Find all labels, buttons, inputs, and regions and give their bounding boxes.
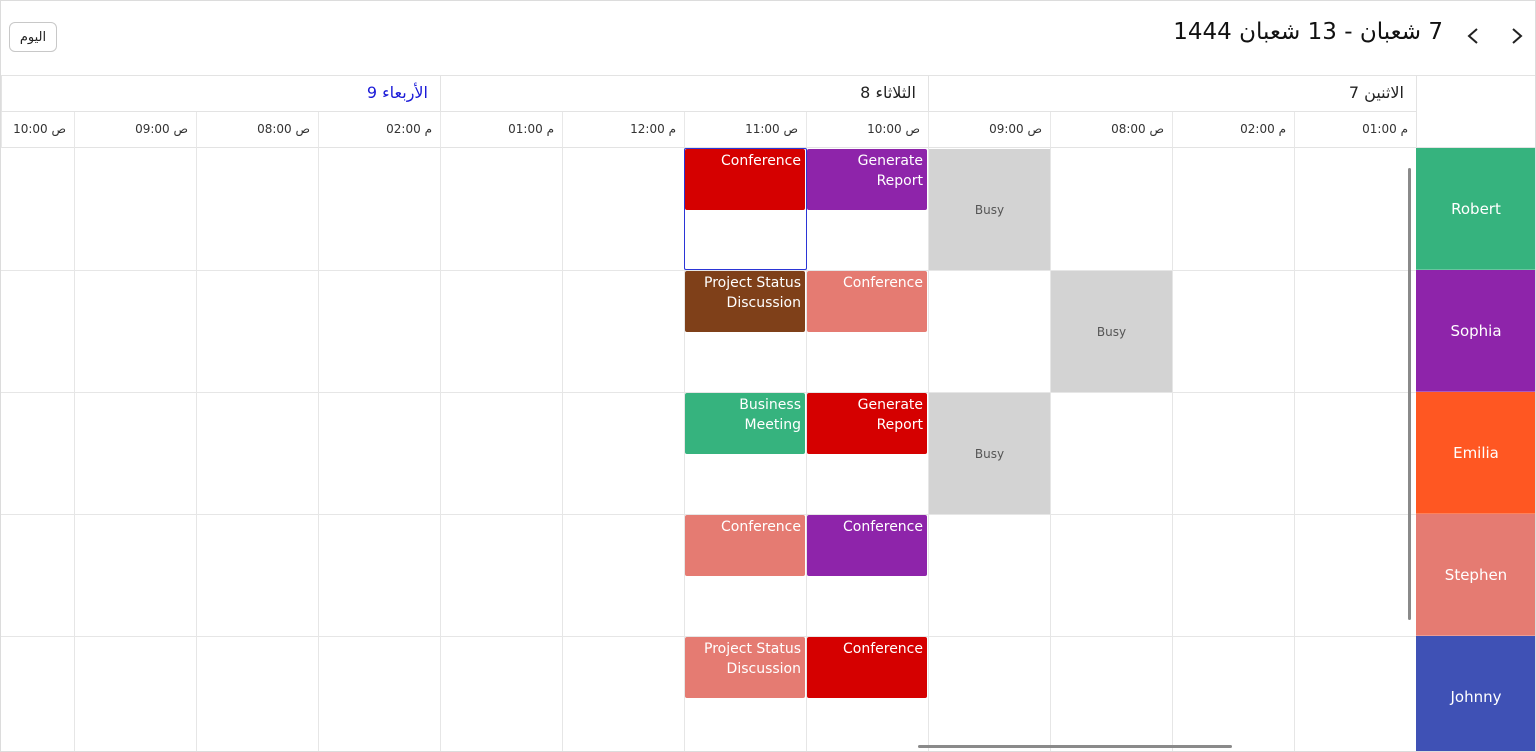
- resource-name: Johnny: [1450, 687, 1502, 706]
- appointment[interactable]: Project Status Discussion: [685, 271, 805, 332]
- appointment[interactable]: Generate Report: [807, 393, 927, 454]
- time-slot-header: م 02:00: [1172, 112, 1294, 148]
- day-header-label: الأربعاء 9: [366, 83, 428, 102]
- scheduler: 7 شعبان - 13 شعبان 1444 اليوم الاثنين 7 ا…: [0, 0, 1536, 752]
- busy-block: Busy: [929, 393, 1050, 514]
- grid-column-line: [1294, 148, 1295, 751]
- resource-robert[interactable]: Robert: [1416, 148, 1535, 270]
- grid-column-line: [196, 148, 197, 751]
- grid-column-line: [318, 148, 319, 751]
- time-slot-header: م 01:00: [440, 112, 562, 148]
- resource-name: Robert: [1451, 199, 1501, 218]
- grid-column-line: [1172, 148, 1173, 751]
- resource-emilia[interactable]: Emilia: [1416, 392, 1535, 514]
- time-slot-label: ص 08:00: [1111, 122, 1164, 136]
- resource-header-corner: [1416, 75, 1535, 148]
- timeline-grid[interactable]: Busy Busy Busy Generate Report Conference Con…: [1, 148, 1416, 751]
- time-slot-header: ص 09:00: [74, 112, 196, 148]
- appointment[interactable]: Conference: [807, 515, 927, 576]
- grid-column-line: [74, 148, 75, 751]
- time-slot-header: ص 11:00: [684, 112, 806, 148]
- day-header-label: الثلاثاء 8: [860, 83, 916, 102]
- resource-name: Sophia: [1450, 321, 1502, 340]
- busy-block: Busy: [1051, 271, 1172, 392]
- time-slot-label: م 02:00: [386, 122, 432, 136]
- time-slot-label: م 02:00: [1240, 122, 1286, 136]
- previous-button[interactable]: [1501, 20, 1533, 52]
- time-slot-header: م 12:00: [562, 112, 684, 148]
- time-slot-header: ص 08:00: [1050, 112, 1172, 148]
- time-slot-header: م 02:00: [318, 112, 440, 148]
- appointment[interactable]: Conference: [807, 637, 927, 698]
- time-slot-header: ص 09:00: [928, 112, 1050, 148]
- appointment[interactable]: Conference: [685, 149, 805, 210]
- appointment[interactable]: Project Status Discussion: [685, 637, 805, 698]
- today-button[interactable]: اليوم: [9, 22, 57, 52]
- time-slot-header: ص 10:00: [1, 112, 74, 148]
- time-slot-header: ص 08:00: [196, 112, 318, 148]
- time-slot-label: م 12:00: [630, 122, 676, 136]
- time-slot-label: ص 09:00: [989, 122, 1042, 136]
- day-header[interactable]: الثلاثاء 8: [440, 75, 928, 112]
- resource-stephen[interactable]: Stephen: [1416, 514, 1535, 636]
- resource-name: Stephen: [1444, 565, 1508, 584]
- time-slot-label: ص 09:00: [135, 122, 188, 136]
- time-slot-label: م 01:00: [1362, 122, 1408, 136]
- next-button[interactable]: [1457, 20, 1489, 52]
- grid-column-line: [1050, 148, 1051, 751]
- day-header[interactable]: الاثنين 7: [928, 75, 1416, 112]
- chevron-left-icon: [1467, 28, 1478, 44]
- chevron-right-icon: [1512, 28, 1523, 44]
- time-slot-header: م 01:00: [1294, 112, 1416, 148]
- day-header-label: الاثنين 7: [1348, 83, 1404, 102]
- appointment[interactable]: Conference: [807, 271, 927, 332]
- resource-sophia[interactable]: Sophia: [1416, 270, 1535, 392]
- busy-block: Busy: [929, 149, 1050, 270]
- appointment[interactable]: Conference: [685, 515, 805, 576]
- resource-johnny[interactable]: Johnny: [1416, 636, 1535, 751]
- scheduler-header: 7 شعبان - 13 شعبان 1444 اليوم: [1, 1, 1535, 76]
- resource-name: Emilia: [1453, 443, 1499, 462]
- date-range-title[interactable]: 7 شعبان - 13 شعبان 1444: [1173, 19, 1443, 45]
- grid-column-line: [562, 148, 563, 751]
- time-slot-label: ص 08:00: [257, 122, 310, 136]
- day-header[interactable]: الأربعاء 9: [1, 75, 440, 112]
- time-slot-label: ص 10:00: [867, 122, 920, 136]
- grid-column-line: [440, 148, 441, 751]
- vertical-scrollbar[interactable]: [1408, 168, 1411, 620]
- horizontal-scrollbar[interactable]: [918, 745, 1232, 748]
- time-slot-label: ص 11:00: [745, 122, 798, 136]
- appointment[interactable]: Business Meeting: [685, 393, 805, 454]
- appointment[interactable]: Generate Report: [807, 149, 927, 210]
- time-slot-label: ص 10:00: [13, 122, 66, 136]
- time-slot-label: م 01:00: [508, 122, 554, 136]
- time-slot-header: ص 10:00: [806, 112, 928, 148]
